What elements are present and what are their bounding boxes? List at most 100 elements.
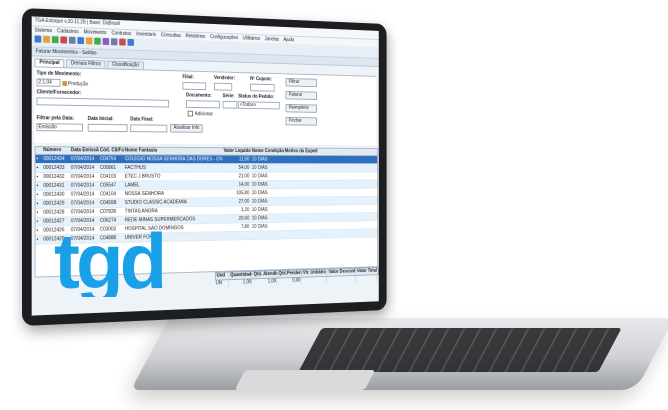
filter-form: Tipo de Movimento: 2.1.04 Produção Filia… (34, 66, 377, 146)
stage: TGA Estoque v.20.11.28 | Base: DaBrasil … (0, 0, 668, 410)
table-cell: TINTAS ANGRA (124, 208, 158, 215)
toolbar-icon[interactable] (43, 35, 50, 43)
items-cell (326, 275, 356, 284)
toolbar-icon[interactable] (51, 36, 59, 44)
row-status-icon: ▪ (36, 182, 39, 189)
table-cell: 54,00 (238, 165, 250, 171)
toolbar-icon[interactable] (127, 38, 134, 46)
table-cell: 10 DIAS (251, 198, 268, 205)
table-cell: 10 DIAS (251, 207, 268, 213)
table-cell: 7,80 (240, 224, 250, 230)
menu-item[interactable]: Configurações (210, 34, 238, 41)
toolbar-icon[interactable] (85, 37, 93, 45)
items-cell: UN (214, 280, 229, 288)
atualizar-info-button[interactable]: Atualizar Info (169, 123, 203, 133)
col-header[interactable]: Motivo da Expedição (284, 148, 318, 155)
table-cell: C07828 (99, 208, 117, 215)
filial-input[interactable] (182, 81, 207, 91)
toolbar-icon[interactable] (34, 35, 42, 43)
data-final-input[interactable] (130, 124, 168, 133)
documento-label: Documento: (185, 92, 212, 99)
adicionar-checkbox[interactable]: Adicionar (187, 110, 213, 117)
toolbar-icon[interactable] (60, 36, 68, 44)
documento-input[interactable] (185, 100, 221, 109)
table-cell: 10 DIAS (251, 181, 268, 188)
table-cell: 00012429 (43, 200, 65, 207)
menu-item[interactable]: Contratos (111, 30, 131, 37)
col-header[interactable]: Nome Fantasia (124, 148, 223, 155)
table-cell: 105,80 (236, 190, 250, 197)
row-status-icon: ▪ (36, 236, 39, 243)
toolbar-icon[interactable] (110, 38, 118, 46)
items-cell: 1,00 (251, 278, 277, 286)
table-cell: 1,20 (240, 207, 250, 214)
table-cell: 00012428 (43, 209, 65, 216)
toolbar-icon[interactable] (102, 37, 110, 46)
menu-item[interactable]: Cadastros (57, 28, 79, 35)
table-cell: COLEGIO NOSSA SENHORA DAS DORES - CNSD (124, 156, 223, 163)
checkbox-box[interactable] (187, 110, 194, 117)
col-header[interactable]: Data Emissão (70, 147, 99, 154)
toolbar-icon[interactable] (119, 38, 126, 46)
table-cell: 00012434 (43, 156, 65, 163)
folder-icon (62, 80, 68, 87)
cliente-input[interactable] (36, 97, 170, 108)
toolbar-icon[interactable] (68, 36, 76, 44)
table-row[interactable]: ▪ 00012434 07/04/2014 C04754 COLEGIO NOSSA S… (35, 155, 378, 165)
menu-item[interactable]: Relatórios (186, 33, 206, 39)
tipo-input[interactable]: 2.1.04 (36, 78, 61, 87)
menu-item[interactable]: Sistema (35, 27, 52, 34)
table-cell: FACTHUS (124, 165, 147, 171)
table-cell: LAMEL (124, 182, 140, 189)
menu-item[interactable]: Ajuda (283, 37, 294, 43)
filtrar-button[interactable]: Filtrar (285, 78, 317, 88)
vendedor-input[interactable] (214, 82, 233, 91)
table-cell: STUDIO CLASSIC ACADEMIA (124, 199, 187, 206)
row-status-icon: ▪ (36, 191, 39, 198)
toolbar-icon[interactable] (77, 37, 84, 45)
table-cell: 00012430 (43, 191, 65, 198)
row-status-icon: ▪ (36, 173, 39, 180)
toolbar-icon[interactable] (94, 37, 101, 45)
menu-item[interactable]: Janelas (265, 36, 279, 42)
items-cell (355, 275, 378, 283)
table-cell: C0455B (99, 200, 117, 207)
table-cell: 10 DIAS (251, 215, 268, 222)
col-header[interactable]: Número (42, 147, 70, 154)
col-header[interactable]: Valor Líquido (223, 148, 251, 155)
table-cell (284, 181, 318, 189)
status-select[interactable]: <Todos> (238, 101, 280, 110)
data-inicial-input[interactable] (87, 123, 128, 133)
table-cell (284, 156, 318, 163)
cupom-input[interactable] (250, 83, 275, 92)
table-cell (284, 197, 318, 205)
table-cell: 21,00 (238, 173, 250, 180)
table-cell: 07/04/2014 (70, 165, 95, 171)
table-cell: 10 DIAS (251, 173, 268, 180)
items-cell: 1,00 (228, 279, 252, 287)
row-status-icon: ▪ (36, 209, 39, 216)
faturar-button[interactable]: Faturar (285, 90, 317, 100)
serie-input[interactable] (222, 100, 238, 109)
table-cell: C00861 (99, 165, 117, 171)
filtrar-data-select[interactable]: Emissão (36, 123, 84, 132)
serie-label: Série: (222, 93, 235, 100)
menu-item[interactable]: Inventário (136, 31, 156, 38)
menu-item[interactable]: Utilitários (243, 36, 260, 42)
table-cell: C05547 (99, 182, 117, 189)
table-cell: C04104 (99, 191, 117, 198)
col-header[interactable]: Nome Condição (251, 148, 284, 155)
laptop-keyboard (298, 328, 622, 372)
fechar-button[interactable]: Fechar (285, 116, 317, 126)
table-cell (223, 232, 251, 240)
data-final-label: Data Final: (130, 116, 154, 123)
table-cell (284, 206, 318, 214)
menu-item[interactable]: Movimento (84, 29, 107, 36)
filtrar-data-label: Filtrar pela Data: (36, 115, 75, 122)
table-cell (251, 231, 284, 239)
table-cell (284, 222, 318, 230)
items-cell (301, 276, 327, 285)
col-header[interactable]: Cód. Cli/For (99, 147, 124, 154)
reimprimir-button[interactable]: Reimprimir (285, 103, 317, 113)
menu-item[interactable]: Consultas (161, 32, 181, 39)
